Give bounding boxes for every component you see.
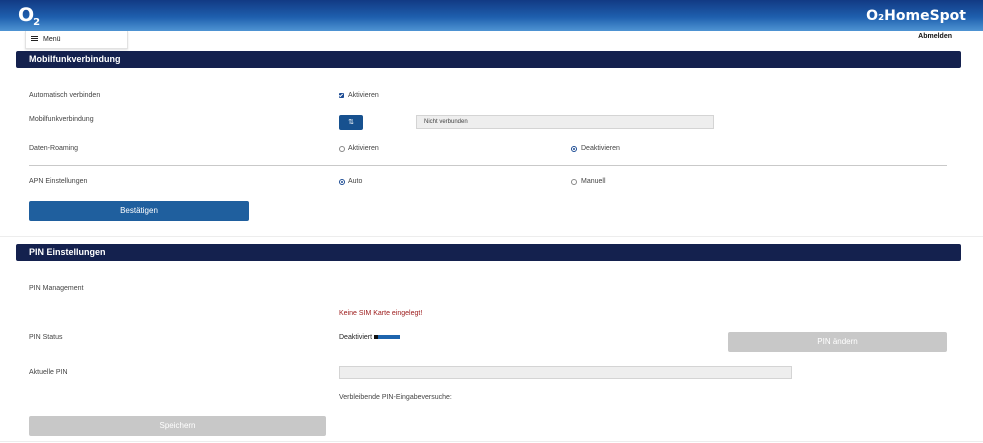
connection-label: Mobilfunkverbindung — [29, 116, 94, 123]
roaming-on-radio[interactable] — [339, 146, 345, 152]
menu-label: Menü — [43, 36, 61, 43]
top-header-bar: O2 O₂HomeSpot — [0, 0, 983, 31]
hamburger-icon — [31, 36, 38, 41]
apn-auto-label: Auto — [348, 178, 363, 185]
pin-status-value: Deaktiviert — [339, 334, 373, 341]
apn-manual-radio[interactable] — [571, 179, 577, 185]
roaming-off-label: Deaktivieren — [581, 145, 620, 152]
logo-letter: O — [18, 4, 34, 26]
section-separator — [0, 236, 983, 237]
connection-toggle-button[interactable]: ⇅ — [339, 115, 363, 130]
remaining-attempts-label: Verbleibende PIN-Eingabeversuche: — [339, 394, 452, 401]
pin-status-label: PIN Status — [29, 334, 63, 341]
section-divider — [29, 165, 947, 166]
auto-connect-checkbox[interactable] — [339, 93, 344, 98]
o2-logo[interactable]: O2 — [18, 4, 40, 28]
current-pin-label: Aktuelle PIN — [29, 369, 68, 376]
connection-toggle-icon: ⇅ — [348, 119, 354, 126]
menu-button[interactable]: Menü — [25, 31, 128, 49]
current-pin-input[interactable] — [339, 366, 792, 379]
confirm-button[interactable]: Bestätigen — [29, 201, 249, 221]
roaming-off-radio[interactable] — [571, 146, 577, 152]
roaming-label: Daten-Roaming — [29, 145, 79, 152]
pin-management-label: PIN Management — [29, 285, 84, 292]
bottom-separator — [0, 441, 983, 442]
save-button[interactable]: Speichern — [29, 416, 326, 436]
pin-status-toggle[interactable] — [374, 335, 400, 339]
logout-link[interactable]: Abmelden — [918, 33, 952, 40]
auto-connect-label: Automatisch verbinden — [29, 92, 101, 99]
apn-auto-radio[interactable] — [339, 179, 345, 185]
apn-label: APN Einstellungen — [29, 178, 88, 185]
homespot-brand: O₂HomeSpot — [866, 8, 966, 24]
connection-status-field: Nicht verbunden — [416, 115, 714, 129]
auto-connect-option: Aktivieren — [348, 92, 379, 99]
change-pin-button[interactable]: PIN ändern — [728, 332, 947, 352]
logo-subscript: 2 — [33, 17, 40, 28]
no-sim-warning: Keine SIM Karte eingelegt! — [339, 310, 423, 317]
mobile-section-header: Mobilfunkverbindung — [16, 51, 961, 68]
apn-manual-label: Manuell — [581, 178, 606, 185]
mobile-section-title: Mobilfunkverbindung — [29, 54, 121, 64]
pin-section-header: PIN Einstellungen — [16, 244, 961, 261]
roaming-on-label: Aktivieren — [348, 145, 379, 152]
pin-section-title: PIN Einstellungen — [29, 247, 106, 257]
